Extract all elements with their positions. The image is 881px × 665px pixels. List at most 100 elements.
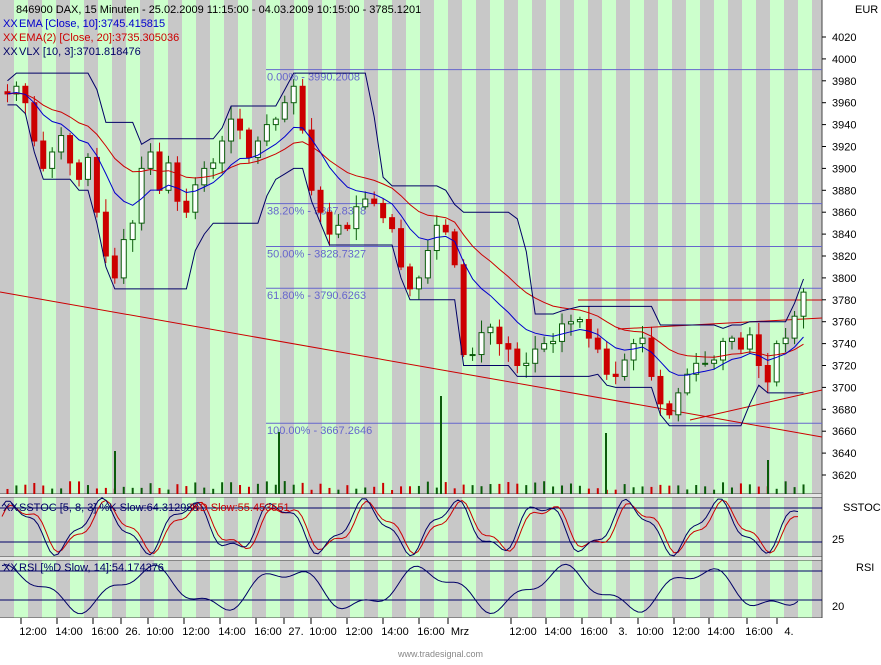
volume-bar [185,486,187,494]
volume-bar [803,484,805,494]
price-tick-label: 4020 [832,32,856,44]
volume-bar [498,484,500,494]
price-tick-label: 3840 [832,229,856,241]
volume-bar [33,483,35,494]
session-band [644,0,658,620]
candle-body [148,152,153,168]
candle-body [658,376,663,403]
legend-ema10-marker: XX [3,18,18,30]
price-unit-label: EUR [855,4,878,16]
volume-bar [355,489,357,494]
sstoc-legend: SSTOC [5, 8, 3] %K Slow:64.312988 [19,502,199,514]
session-band [770,0,784,620]
volume-bar [248,487,250,494]
candle-body [345,225,350,228]
sstoc-marker: XX [3,502,18,514]
volume-bar [293,485,295,494]
candle-body [738,338,743,349]
session-band [518,0,532,620]
price-tick-label: 3960 [832,98,856,110]
candle-body [551,341,556,343]
legend-vlx: VLX [10, 3]:3701.818476 [19,46,141,58]
session-band [224,0,238,620]
session-band [182,0,196,620]
price-tick-label: 3780 [832,295,856,307]
candle-body [41,141,46,168]
candle-body [381,203,386,217]
panel-gap [0,494,881,497]
session-band [588,0,602,620]
session-band [434,0,448,620]
volume-bar [159,488,161,494]
volume-bar [525,485,527,494]
legend-vlx-marker: XX [3,46,18,58]
volume-bar [633,487,635,494]
time-tick-label: 12:00 [19,626,47,638]
volume-bar [141,488,143,494]
price-tick-label: 4000 [832,54,856,66]
candle-body [211,163,216,168]
volume-spike [767,460,769,494]
volume-bar [320,484,322,494]
time-tick-label: 14:00 [218,626,246,638]
time-tick-label: 10:00 [636,626,664,638]
volume-bar [78,481,80,494]
time-tick-label: 3. [618,626,627,638]
session-band [364,0,378,620]
volume-bar [758,487,760,494]
volume-bar [722,482,724,494]
price-tick-label: 3620 [832,470,856,482]
candle-body [399,229,404,267]
volume-bar [677,485,679,494]
volume-bar [695,485,697,494]
session-band [714,0,728,620]
volume-bar [642,486,644,494]
volume-bar [624,484,626,494]
time-tick-label: 27. [288,626,303,638]
time-tick-label: 14:00 [55,626,83,638]
session-band [210,0,224,620]
volume-bar [445,482,447,494]
chart-title: 846900 DAX, 15 Minuten - 25.02.2009 11:1… [16,4,421,16]
volume-bar [346,485,348,494]
candle-body [470,355,475,356]
volume-bar [427,482,429,494]
session-band [406,0,420,620]
volume-bar [686,489,688,494]
candle-body [336,225,341,234]
volume-bar [337,490,339,494]
volume-spike [440,396,442,494]
candle-body [452,232,457,265]
volume-bar [776,489,778,494]
volume-bar [454,488,456,494]
session-band [630,0,644,620]
volume-spike [114,451,116,494]
volume-bar [668,486,670,494]
candle-body [721,341,726,360]
candle-body [765,366,770,382]
candle-body [604,349,609,374]
candle-body [560,324,565,342]
session-band [616,0,630,620]
volume-bar [552,486,554,494]
price-axis-bg [822,0,881,618]
candle-body [479,333,484,355]
time-tick-label: 12:00 [509,626,537,638]
candle-body [273,119,278,124]
session-band [392,0,406,620]
time-tick-label: 12:00 [345,626,373,638]
sstoc-panel-label: SSTOC [843,502,881,514]
legend-ema20-marker: XX [3,32,18,44]
volume-bar [311,490,313,494]
session-band [756,0,770,620]
session-band [140,0,154,620]
candle-body [175,163,180,201]
volume-bar [391,490,393,494]
volume-bar [650,487,652,494]
candle-body [488,327,493,332]
volume-bar [507,482,509,494]
candle-body [774,344,779,382]
candle-body [595,338,600,349]
session-band [168,0,182,620]
volume-bar [239,485,241,494]
